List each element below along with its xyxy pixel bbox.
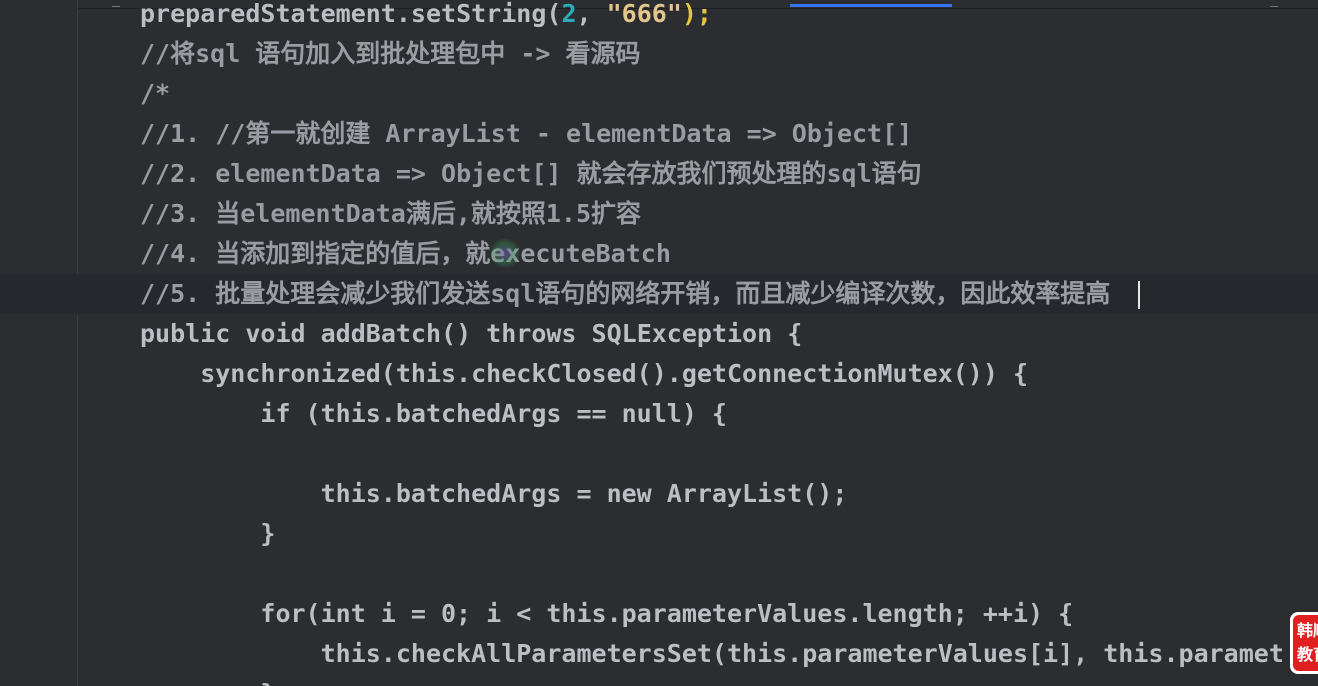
code-line[interactable]: //2. elementData => Object[] 就会存放我们预处理的s… bbox=[140, 154, 922, 194]
code-token: synchronized(this.checkClosed().getConne… bbox=[200, 359, 1029, 388]
code-line[interactable]: this.checkAllParametersSet(this.paramete… bbox=[321, 634, 1284, 674]
tab-separator bbox=[112, 0, 120, 7]
code-line[interactable]: //1. //第一就创建 ArrayList - elementData => … bbox=[140, 114, 912, 154]
code-line[interactable]: } bbox=[260, 514, 275, 554]
code-token: /* bbox=[140, 79, 171, 108]
code-token: , bbox=[576, 0, 607, 28]
watermark-text: 韩顺 教育 bbox=[1293, 615, 1318, 671]
mouse-cursor-highlight bbox=[490, 238, 520, 268]
code-line[interactable]: for(int i = 0; i < this.parameterValues.… bbox=[260, 594, 1073, 634]
code-line[interactable]: //5. 批量处理会减少我们发送sql语句的网络开销，而且减少编译次数，因此效率… bbox=[140, 274, 1110, 314]
code-token: ); bbox=[681, 0, 712, 28]
code-line[interactable]: this.batchedArgs = new ArrayList(); bbox=[321, 474, 848, 514]
code-line[interactable]: //3. 当elementData满后,就按照1.5扩容 bbox=[140, 194, 641, 234]
code-line[interactable]: /* bbox=[140, 74, 170, 114]
code-token: preparedStatement.setString( bbox=[140, 0, 562, 28]
tab-separator bbox=[1270, 0, 1278, 7]
gutter-divider bbox=[77, 0, 78, 686]
code-token: this.batchedArgs = new ArrayList(); bbox=[320, 479, 848, 508]
code-token: //4. 当添加到指定的值后，就executeBatch bbox=[140, 239, 671, 268]
code-token: //3. 当elementData满后,就按照1.5扩容 bbox=[140, 199, 642, 228]
active-tab-indicator bbox=[790, 4, 952, 7]
code-line[interactable]: preparedStatement.setString(2, "666"); bbox=[140, 0, 712, 34]
code-token: //1. //第一就创建 ArrayList - elementData => … bbox=[140, 119, 913, 148]
code-line[interactable]: //将sql 语句加入到批处理包中 -> 看源码 bbox=[140, 34, 641, 74]
code-token: public void addBatch() throws SQLExcepti… bbox=[140, 319, 803, 348]
code-editor[interactable]: preparedStatement.setString(2, "666"); //… bbox=[0, 0, 1318, 686]
code-token: this.checkAllParametersSet(this.paramete… bbox=[320, 639, 1284, 668]
watermark-logo: 韩顺 教育 bbox=[1290, 612, 1318, 674]
code-token: for(int i = 0; i < this.parameterValues.… bbox=[260, 599, 1074, 628]
code-token: //5. 批量处理会减少我们发送sql语句的网络开销，而且减少编译次数，因此效率… bbox=[140, 279, 1111, 308]
line-number-gutter[interactable] bbox=[0, 0, 78, 686]
code-token: 2 bbox=[561, 0, 577, 28]
code-line[interactable]: synchronized(this.checkClosed().getConne… bbox=[200, 354, 1028, 394]
code-line[interactable]: } bbox=[260, 674, 275, 686]
code-token: "666" bbox=[606, 0, 682, 28]
code-token: //2. elementData => Object[] 就会存放我们预处理的s… bbox=[140, 159, 922, 188]
text-caret bbox=[1138, 281, 1140, 309]
code-line[interactable]: public void addBatch() throws SQLExcepti… bbox=[140, 314, 802, 354]
code-token: } bbox=[260, 679, 275, 686]
code-line[interactable]: if (this.batchedArgs == null) { bbox=[260, 394, 727, 434]
code-line[interactable]: //4. 当添加到指定的值后，就executeBatch bbox=[140, 234, 671, 274]
code-token: //将sql 语句加入到批处理包中 -> 看源码 bbox=[140, 39, 641, 68]
code-token: } bbox=[260, 519, 276, 548]
code-token: if (this.batchedArgs == null) { bbox=[260, 399, 727, 428]
